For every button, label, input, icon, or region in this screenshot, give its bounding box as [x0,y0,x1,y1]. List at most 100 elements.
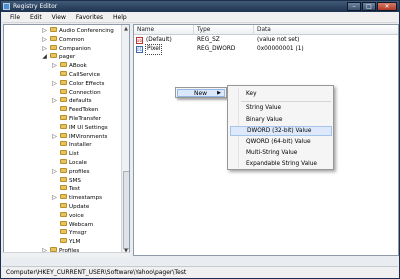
menu-bar: File Edit View Favorites Help [2,12,398,23]
submenu-item-string-value[interactable]: String Value [230,103,332,113]
tree-item[interactable]: Webcam [60,220,94,230]
folder-icon [60,62,67,68]
status-bar-path: Computer\HKEY_CURRENT_USER\Software\Yaho… [2,266,398,278]
title-bar[interactable]: Registry Editor – □ ✕ [1,1,399,12]
scroll-thumb[interactable] [123,171,129,249]
value-data: 0x00000001 (1) [257,46,304,52]
tree-item[interactable]: ▷ defaults [52,97,92,106]
tree-item-label: defaults [69,98,92,105]
folder-icon [50,27,57,32]
tree-item-label: SMS [69,177,81,184]
folder-icon [50,53,57,59]
tree-item[interactable]: Test [60,185,80,194]
value-data: (value not set) [257,37,300,43]
tree-item[interactable]: YLM [60,238,80,247]
tree-item[interactable]: CallService [60,71,100,80]
tree-item[interactable]: Update [60,203,89,212]
tree-item[interactable]: ▷ profiles [52,167,90,177]
value-row-default[interactable]: ab (Default) REG_SZ (value not set) [134,36,398,45]
menu-file[interactable]: File [5,12,25,23]
tree-item[interactable]: SMS [60,176,81,186]
menu-edit[interactable]: Edit [25,12,47,23]
tree-item[interactable]: ◢ pager [42,53,75,62]
column-header-data[interactable]: Data [254,25,398,35]
registry-editor-icon [3,3,10,10]
expand-arrow-icon[interactable]: ▷ [51,168,58,176]
folder-icon [60,88,67,94]
tree-item[interactable]: Locale [60,159,87,168]
column-header-type[interactable]: Type [194,25,254,35]
folder-icon [60,141,67,147]
folder-icon [60,220,67,226]
tree-item-label: YLM [69,239,81,246]
tree-item[interactable]: FileTransfer [60,115,101,124]
submenu-arrow-icon: ▶ [217,90,221,96]
collapse-arrow-icon[interactable]: ◢ [41,54,48,61]
minimize-button[interactable]: – [347,2,361,11]
dword-value-icon: 01 [136,46,143,53]
tree-item[interactable]: Ymsgr [60,229,87,238]
context-menu-new[interactable]: New ▶ [177,89,225,97]
folder-icon [60,132,67,138]
folder-icon [60,115,67,120]
tree-item-label: FeedToken [69,107,99,114]
expand-arrow-icon[interactable]: ▷ [51,98,58,105]
folder-icon [60,97,67,103]
new-submenu: Key String Value Binary Value DWORD (32-… [227,85,334,170]
tree-item[interactable]: ▷ timestamps [52,194,103,203]
submenu-item-qword-value[interactable]: QWORD (64-bit) Value [230,137,332,147]
expand-arrow-icon[interactable]: ▷ [51,195,58,202]
maximize-button[interactable]: □ [362,2,376,11]
tree-item[interactable]: ▷ Common [42,35,84,45]
folder-icon [60,150,67,156]
tree-item[interactable]: ▷ ABook [52,62,87,71]
tree-item-label: Companion [59,45,91,52]
value-row-pixel[interactable]: 01 Pixel REG_DWORD 0x00000001 (1) [134,44,398,55]
tree-item[interactable]: ▷ Color Effects [52,79,104,89]
menu-help[interactable]: Help [108,12,132,23]
expand-arrow-icon[interactable]: ▷ [41,45,48,53]
tree-item-label: Webcam [69,221,94,228]
tree-item-label: Update [69,204,90,210]
menu-favorites[interactable]: Favorites [71,12,108,23]
expand-arrow-icon[interactable]: ▷ [51,133,58,141]
value-name: Pixel [144,44,163,55]
expand-arrow-icon[interactable]: ▷ [51,80,58,88]
tree-item[interactable]: FeedToken [60,106,98,115]
tree-item[interactable]: Connection [60,88,101,98]
scroll-up-arrow-icon[interactable]: ▲ [122,25,129,33]
tree-item[interactable]: ▷ Audio Conferencing [42,27,114,36]
tree-item-label: Locale [69,160,87,166]
tree-item-label: voice [69,212,84,219]
expand-arrow-icon[interactable]: ▷ [41,28,48,35]
tree-item[interactable]: ▷ Companion [42,44,91,54]
expand-arrow-icon[interactable]: ▷ [51,63,58,70]
menu-view[interactable]: View [47,12,71,23]
tree-item[interactable]: ▷ IMVironments [52,132,108,142]
close-button[interactable]: ✕ [377,2,397,11]
folder-icon [60,106,67,112]
submenu-item-multi-string-value[interactable]: Multi-String Value [230,148,332,158]
submenu-item-dword-value[interactable]: DWORD (32-bit) Value [230,126,332,136]
folder-icon [60,211,67,217]
tree-item[interactable]: Installer [60,141,92,150]
registry-editor-window: Registry Editor – □ ✕ File Edit View Fav… [0,0,400,279]
expand-arrow-icon[interactable]: ▷ [41,36,48,44]
submenu-item-expandable-string-value[interactable]: Expandable String Value [230,159,332,169]
tree-item-label: IMVironments [69,133,108,140]
list-header: Name Type Data [134,25,398,35]
submenu-item-binary-value[interactable]: Binary Value [230,115,332,125]
column-header-name[interactable]: Name [134,25,194,35]
submenu-item-key[interactable]: Key [230,89,332,99]
tree-item[interactable]: IM UI Settings [60,123,108,133]
tree-item-label: CallService [69,72,101,78]
menu-separator [241,101,331,102]
tree-horizontal-scrollbar[interactable] [3,252,130,258]
registry-tree[interactable]: ▷ Audio Conferencing ▷ Common ▷ Companion ◢ pag… [3,24,130,256]
folder-icon [60,71,67,76]
tree-vertical-scrollbar[interactable]: ▲ ▼ [121,25,129,255]
tree-item-label: timestamps [69,195,103,202]
tree-item[interactable]: List [60,150,79,159]
tree-item-label: Installer [69,142,92,149]
tree-item[interactable]: voice [60,211,84,221]
